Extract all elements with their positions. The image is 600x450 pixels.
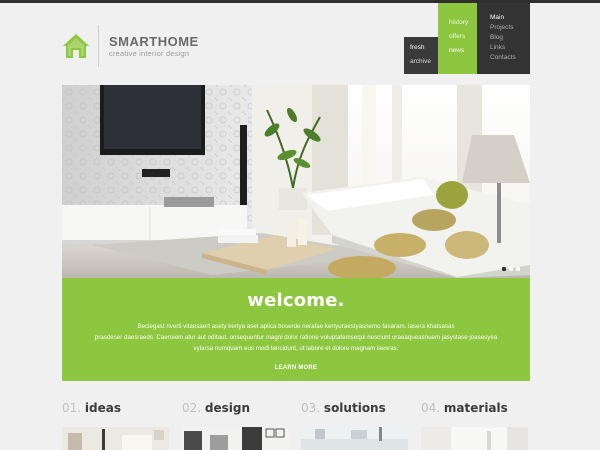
nav-item-links[interactable]: Links: [490, 44, 505, 51]
feature-label: design: [204, 401, 251, 415]
hero-image: [62, 85, 530, 278]
feature-label: ideas: [84, 401, 122, 415]
nav-item-offers[interactable]: offers: [449, 33, 465, 40]
logo-divider: [98, 25, 99, 67]
feature-ideas[interactable]: 01. ideas: [62, 400, 169, 450]
slider-dot[interactable]: [502, 267, 506, 271]
nav-item-fresh[interactable]: fresh: [410, 44, 424, 51]
slider-dots: [502, 267, 520, 271]
brand-tagline: creative interior design: [109, 48, 190, 58]
feature-thumbnail[interactable]: [301, 427, 408, 450]
feature-number: 02.: [182, 401, 202, 415]
feature-thumbnail[interactable]: [62, 427, 169, 450]
nav-item-archive[interactable]: archive: [410, 58, 431, 65]
green-nav: history offers news: [438, 3, 477, 74]
welcome-body-line: prasdeser daesraeds. Caeroiem atur aut o…: [94, 334, 498, 341]
hero-slider[interactable]: [62, 85, 530, 278]
nav-item-news[interactable]: news: [449, 47, 464, 54]
slider-dot[interactable]: [516, 267, 520, 271]
welcome-section: welcome. Beclegast nverti vitaesaert ase…: [62, 278, 530, 381]
feature-materials[interactable]: 04. materials: [421, 400, 528, 450]
house-icon: [63, 34, 89, 58]
nav-item-contacts[interactable]: Contacts: [490, 54, 516, 61]
nav-item-main[interactable]: Main: [490, 14, 504, 21]
welcome-body-line: vylarsa numquam eus modi tencidunt, ut l…: [193, 345, 399, 352]
feature-label: solutions: [323, 401, 386, 415]
welcome-title: welcome.: [247, 290, 345, 311]
site-logo[interactable]: SMARTHOME creative interior design: [62, 25, 199, 67]
nav-item-history[interactable]: history: [449, 19, 468, 26]
slider-dot[interactable]: [509, 267, 513, 271]
feature-number: 03.: [301, 401, 321, 415]
feature-number: 01.: [62, 401, 82, 415]
feature-thumbnail[interactable]: [182, 427, 289, 450]
welcome-body: Beclegast nverti vitaesaert asety kertya…: [82, 321, 510, 354]
secondary-nav: fresh archive: [404, 37, 438, 74]
nav-item-projects[interactable]: Projects: [490, 24, 513, 31]
main-nav: Main Projects Blog Links Contacts: [477, 3, 530, 74]
learn-more-link[interactable]: LEARN MORE: [275, 365, 317, 371]
feature-solutions[interactable]: 03. solutions: [301, 400, 408, 450]
feature-design[interactable]: 02. design: [182, 400, 289, 450]
welcome-body-line: Beclegast nverti vitaesaert asety kertya…: [137, 323, 455, 330]
nav-item-blog[interactable]: Blog: [490, 34, 503, 41]
feature-number: 04.: [421, 401, 441, 415]
brand-name: SMARTHOME: [109, 33, 199, 49]
feature-label: materials: [443, 401, 508, 415]
feature-thumbnail[interactable]: [421, 427, 528, 450]
